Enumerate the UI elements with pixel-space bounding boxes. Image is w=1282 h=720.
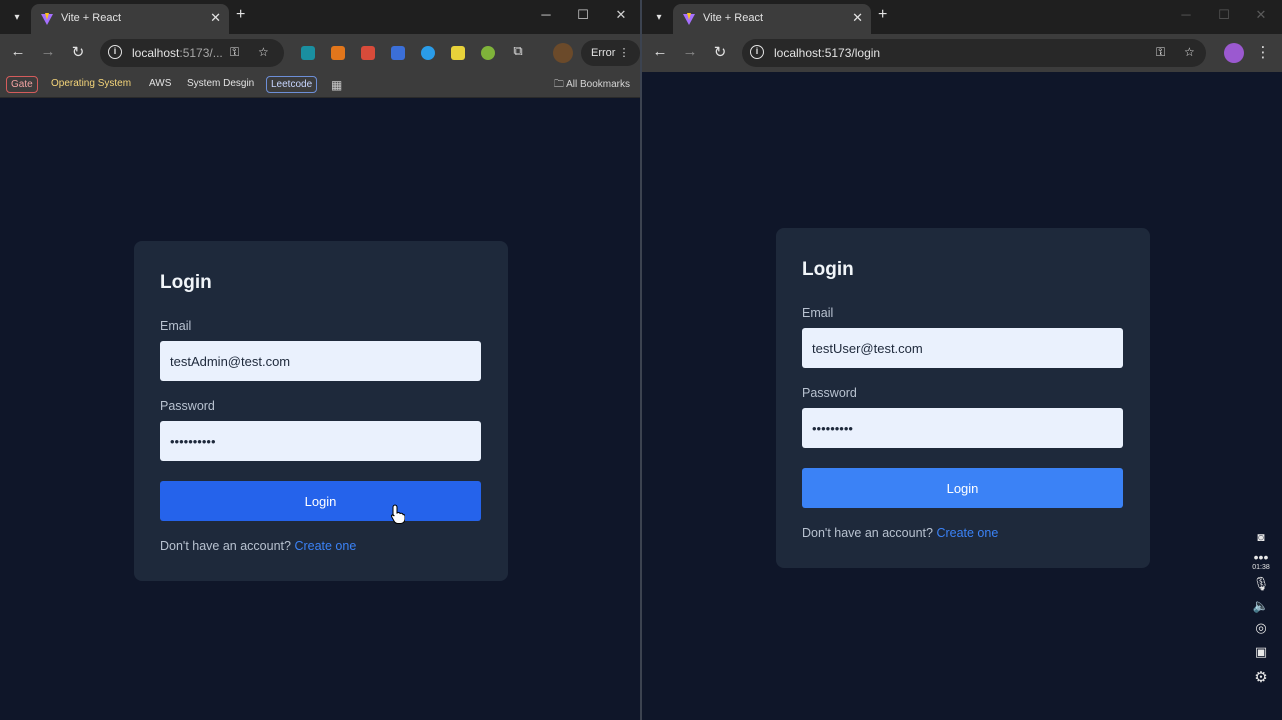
reload-icon[interactable]: ↻ [68, 43, 88, 61]
window-close-icon[interactable]: ✕ [1251, 7, 1271, 23]
address-bar[interactable]: i localhost:5173/login ⚿ ☆ [742, 39, 1206, 67]
tab-vite-react[interactable]: Vite + React ✕ [673, 4, 871, 34]
email-input[interactable] [160, 341, 481, 381]
tab-close-icon[interactable]: ✕ [852, 10, 863, 26]
vite-logo-icon [683, 13, 695, 25]
extension-icon[interactable] [481, 46, 495, 60]
password-label: Password [160, 399, 215, 413]
back-icon[interactable]: ← [650, 43, 670, 60]
error-label: Error [591, 47, 616, 59]
tab-title: Vite + React [703, 12, 764, 24]
extension-icon[interactable] [421, 46, 435, 60]
login-card: Login Email Password Login Don't have an… [134, 241, 508, 581]
back-icon[interactable]: ← [8, 43, 28, 60]
tab-search-icon[interactable]: ▾ [649, 7, 669, 27]
create-account-link[interactable]: Create one [294, 539, 356, 553]
menu-dots-icon[interactable]: ⋮ [1253, 43, 1273, 61]
signup-prompt: Don't have an account? Create one [802, 526, 998, 540]
tab-close-icon[interactable]: ✕ [210, 10, 221, 26]
minimize-icon[interactable]: ─ [1176, 7, 1196, 22]
site-info-icon[interactable]: i [750, 45, 764, 59]
error-chip[interactable]: Error ⋮ [581, 40, 640, 66]
minimize-icon[interactable]: ─ [536, 7, 556, 22]
tab-strip: ▾ Vite + React ✕ + ─ ☐ ✕ [642, 0, 1282, 34]
webcam-icon[interactable]: ◎ [1250, 620, 1272, 636]
password-input[interactable] [160, 421, 481, 461]
extension-icon[interactable] [301, 46, 315, 60]
signup-prompt: Don't have an account? Create one [160, 539, 356, 553]
metamask-icon[interactable] [331, 46, 345, 60]
more-icon[interactable]: ••• [1250, 550, 1272, 564]
password-input[interactable] [802, 408, 1123, 448]
window-icon[interactable]: ▣ [1250, 644, 1272, 660]
tab-vite-react[interactable]: Vite + React ✕ [31, 4, 229, 34]
login-title: Login [802, 259, 854, 280]
create-account-link[interactable]: Create one [936, 526, 998, 540]
hand-cursor-icon [391, 504, 405, 524]
profile-avatar[interactable] [1224, 43, 1244, 63]
forward-icon[interactable]: → [38, 43, 58, 60]
bookmark-leetcode[interactable]: Leetcode [266, 76, 318, 93]
extension-icon[interactable] [451, 46, 465, 60]
maximize-icon[interactable]: ☐ [573, 7, 593, 23]
new-tab-icon[interactable]: + [236, 6, 245, 24]
new-tab-icon[interactable]: + [878, 6, 887, 24]
site-info-icon[interactable]: i [108, 45, 122, 59]
bookmarks-bar: Gate Operating System AWS System Desgin … [0, 72, 640, 98]
forward-icon[interactable]: → [680, 43, 700, 60]
tab-title: Vite + React [61, 12, 122, 24]
all-bookmarks[interactable]: 🗀 All Bookmarks [554, 77, 630, 94]
extension-icon[interactable] [361, 46, 375, 60]
browser-toolbar: ← → ↻ i localhost:5173/... ⚿ ☆ ⧉ Error ⋮ [0, 34, 640, 72]
login-card: Login Email Password Login Don't have an… [776, 228, 1150, 568]
browser-window-left: ▾ Vite + React ✕ + ─ ☐ ✕ ← → ↻ i localho… [0, 0, 640, 720]
login-button[interactable]: Login [160, 481, 481, 521]
tab-search-icon[interactable]: ▾ [7, 7, 27, 27]
password-key-icon[interactable]: ⚿ [1156, 45, 1165, 60]
bookmark-system-design[interactable]: System Desgin [183, 76, 258, 93]
recording-timer: 01:38 [1252, 564, 1270, 571]
bookmark-gate[interactable]: Gate [6, 76, 38, 93]
email-label: Email [802, 306, 834, 320]
bookmark-aws[interactable]: AWS [145, 76, 175, 93]
extensions-puzzle-icon[interactable]: ⧉ [508, 43, 528, 59]
maximize-icon[interactable]: ☐ [1214, 7, 1234, 23]
browser-toolbar: ← → ↻ i localhost:5173/login ⚿ ☆ ⋮ [642, 34, 1282, 72]
reload-icon[interactable]: ↻ [710, 43, 730, 61]
camera-icon[interactable]: ◙ [1250, 530, 1272, 544]
email-input[interactable] [802, 328, 1123, 368]
login-title: Login [160, 272, 212, 293]
tab-strip: ▾ Vite + React ✕ + ─ ☐ ✕ [0, 0, 640, 34]
vite-logo-icon [41, 13, 53, 25]
bookmark-star-icon[interactable]: ☆ [1184, 45, 1195, 59]
address-url: localhost:5173/... [132, 46, 223, 60]
password-key-icon[interactable]: ⚿ [230, 45, 239, 60]
profile-avatar[interactable] [553, 43, 573, 63]
speaker-icon[interactable]: 🔈 [1250, 598, 1272, 614]
microphone-icon[interactable]: 🎙 [1250, 576, 1272, 592]
signup-text: Don't have an account? [802, 526, 933, 540]
browser-window-right: ▾ Vite + React ✕ + ─ ☐ ✕ ← → ↻ i localho… [642, 0, 1282, 720]
password-label: Password [802, 386, 857, 400]
bookmark-operating-system[interactable]: Operating System [47, 76, 135, 93]
page-viewport: Login Email Password Login Don't have an… [642, 72, 1282, 720]
menu-dots-icon[interactable]: ⋮ [619, 47, 630, 59]
address-bar[interactable]: i localhost:5173/... ⚿ ☆ [100, 39, 284, 67]
address-url: localhost:5173/login [774, 46, 881, 60]
email-label: Email [160, 319, 192, 333]
apps-grid-icon[interactable]: ▦ [331, 78, 342, 92]
window-close-icon[interactable]: ✕ [611, 7, 631, 23]
bookmark-star-icon[interactable]: ☆ [258, 45, 269, 59]
extension-icon[interactable] [391, 46, 405, 60]
login-button[interactable]: Login [802, 468, 1123, 508]
settings-icon[interactable]: ⚙ [1250, 668, 1272, 686]
page-viewport: Login Email Password Login Don't have an… [0, 99, 640, 720]
signup-text: Don't have an account? [160, 539, 291, 553]
folder-icon: 🗀 [553, 79, 564, 90]
